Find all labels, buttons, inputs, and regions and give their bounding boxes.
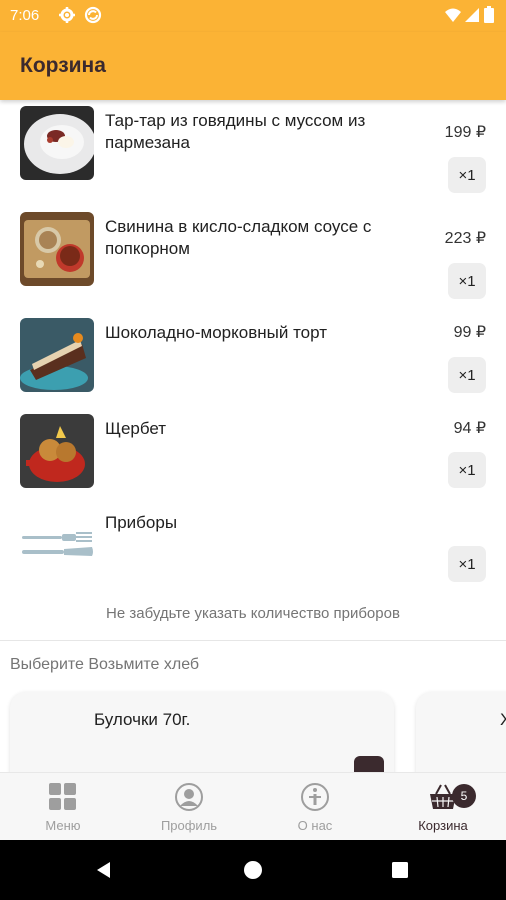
item-name: Шоколадно-морковный торт xyxy=(105,323,327,342)
nav-label: О нас xyxy=(297,818,333,833)
nav-item-about[interactable]: О нас xyxy=(252,773,378,841)
quantity-button[interactable]: ×1 xyxy=(448,546,486,582)
cutlery-icon xyxy=(20,514,94,588)
system-navigation-bar xyxy=(0,840,506,900)
sync-icon xyxy=(84,6,102,29)
battery-icon xyxy=(484,6,494,29)
nav-item-menu[interactable]: Меню xyxy=(0,773,126,841)
item-price: 223 ₽ xyxy=(444,230,486,247)
item-name: Приборы xyxy=(105,513,178,532)
profile-icon xyxy=(174,782,204,812)
quantity-button[interactable]: ×1 xyxy=(448,357,486,393)
nav-item-profile[interactable]: Профиль xyxy=(126,773,252,841)
item-name: Щербет xyxy=(105,419,167,438)
nav-label: Меню xyxy=(45,818,81,833)
dish-photo xyxy=(20,318,94,392)
nav-item-cart[interactable]: 5 Корзина xyxy=(380,773,506,841)
recents-icon[interactable] xyxy=(391,860,409,885)
quantity-button[interactable]: ×1 xyxy=(448,452,486,488)
bread-section-title: Выберите Возьмите хлеб xyxy=(10,656,200,673)
quantity-button[interactable]: ×1 xyxy=(448,263,486,299)
dish-photo xyxy=(20,414,94,488)
bread-card[interactable]: Булочки 70г. xyxy=(10,692,394,772)
status-time: 7:06 xyxy=(10,7,40,24)
dish-photo xyxy=(20,106,94,180)
item-name: Тар-тар из говядины с муссом из пармезан… xyxy=(105,111,366,152)
divider xyxy=(0,640,506,641)
home-icon[interactable] xyxy=(243,860,263,885)
back-icon[interactable] xyxy=(94,860,114,885)
status-bar: 7:06 xyxy=(0,0,506,32)
add-button[interactable] xyxy=(354,756,384,772)
cart-count-badge: 5 xyxy=(452,784,476,808)
item-name: Свинина в кисло-сладком соусе с попкорно… xyxy=(105,217,372,258)
item-price: 199 ₽ xyxy=(444,124,486,141)
info-icon xyxy=(300,782,330,812)
bread-card[interactable]: Х xyxy=(416,692,506,772)
item-price: 94 ₽ xyxy=(453,420,486,437)
grid-icon xyxy=(48,782,78,812)
bread-name: Х xyxy=(500,710,506,729)
wifi-icon xyxy=(444,6,462,29)
app-bar: Корзина xyxy=(0,32,506,100)
dish-photo xyxy=(20,212,94,286)
bread-name: Булочки 70г. xyxy=(94,710,191,729)
item-price: 99 ₽ xyxy=(453,324,486,341)
quantity-button[interactable]: ×1 xyxy=(448,157,486,193)
cutlery-hint: Не забудьте указать количество приборов xyxy=(106,605,400,622)
nav-label: Профиль xyxy=(160,818,218,833)
page-title: Корзина xyxy=(20,54,106,77)
nav-label: Корзина xyxy=(418,818,468,833)
bottom-navigation: Меню Профиль О нас 5 Корзина xyxy=(0,772,506,840)
cart-content[interactable]: Тар-тар из говядины с муссом из пармезан… xyxy=(0,100,506,772)
settings-icon xyxy=(58,6,76,29)
signal-icon xyxy=(464,6,480,29)
